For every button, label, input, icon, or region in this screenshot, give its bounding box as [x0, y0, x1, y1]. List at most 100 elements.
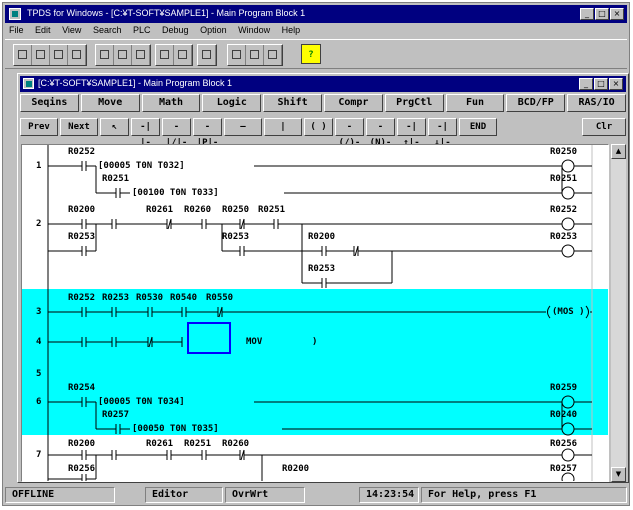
- find-icon[interactable]: [198, 45, 216, 65]
- cascade-icon[interactable]: [228, 45, 246, 65]
- select-arrow-icon[interactable]: ↖: [100, 118, 129, 136]
- menu-plc[interactable]: PLC: [129, 23, 156, 35]
- math-button[interactable]: Math: [141, 94, 201, 112]
- rung-number: 3: [36, 307, 42, 317]
- ladder-diagram: [47, 145, 593, 481]
- falling-edge-icon[interactable]: -|↓|-: [428, 118, 457, 148]
- save-icon[interactable]: [50, 45, 68, 65]
- negated-coil-icon[interactable]: -(/)-: [335, 118, 364, 148]
- minimize-button[interactable]: _: [580, 8, 594, 20]
- end-button[interactable]: END: [459, 118, 497, 136]
- app-icon[interactable]: [9, 8, 21, 20]
- vertical-scrollbar[interactable]: ▲ ▼: [611, 144, 626, 482]
- edit-cursor[interactable]: [187, 322, 231, 354]
- rasio-button[interactable]: RAS/IO: [567, 94, 626, 112]
- rung-number: 2: [36, 219, 42, 229]
- close-button[interactable]: ×: [610, 8, 624, 20]
- contact-label: R0253: [68, 232, 96, 242]
- prev-button[interactable]: Prev: [20, 118, 58, 136]
- contact-label: R0251: [184, 439, 212, 449]
- contact-label: R0200: [308, 232, 336, 242]
- coil-label: R0250: [550, 147, 578, 157]
- status-editor: Editor: [145, 487, 223, 503]
- new-file-icon[interactable]: [14, 45, 32, 65]
- monitor-icon[interactable]: [156, 45, 174, 65]
- n-coil-icon[interactable]: -(N)-: [366, 118, 395, 148]
- contact-label: R0251: [258, 205, 286, 215]
- instruction-bracket: ): [312, 337, 318, 347]
- menu-file[interactable]: File: [5, 23, 29, 35]
- mov-instruction: MOV: [246, 337, 263, 347]
- bcdfp-button[interactable]: BCD/FP: [506, 94, 566, 112]
- child-window-title: [C:¥T-SOFT¥SAMPLE1] - Main Program Block…: [38, 78, 233, 88]
- paste-icon[interactable]: [132, 45, 150, 65]
- status-help: For Help, press F1: [421, 487, 627, 503]
- coil-label: R0257: [550, 464, 578, 474]
- scroll-down-icon[interactable]: ▼: [611, 467, 626, 482]
- open-file-icon[interactable]: [32, 45, 50, 65]
- status-time: 14:23:54: [359, 487, 419, 503]
- clear-button[interactable]: Clr: [582, 118, 626, 136]
- child-close-button[interactable]: ×: [609, 78, 623, 90]
- rung-number: 7: [36, 450, 42, 460]
- child-maximize-button[interactable]: □: [594, 78, 608, 90]
- no-contact-icon[interactable]: -| |-: [131, 118, 160, 148]
- vertical-wire-icon[interactable]: |: [264, 118, 302, 136]
- timer-instruction: [00005 T0N T034]: [98, 397, 185, 407]
- rung-number: 1: [36, 161, 42, 171]
- compr-button[interactable]: Compr: [323, 94, 383, 112]
- menu-debug[interactable]: Debug: [158, 23, 194, 35]
- child-minimize-button[interactable]: _: [579, 78, 593, 90]
- window-title: TPDS for Windows - [C:¥T-SOFT¥SAMPLE1] -…: [27, 8, 306, 18]
- status-mode: OFFLINE: [5, 487, 115, 503]
- move-button[interactable]: Move: [80, 94, 140, 112]
- scroll-thumb[interactable]: [611, 152, 626, 160]
- status-overwrite: OvrWrt: [225, 487, 305, 503]
- nc-contact-icon[interactable]: -|/|-: [162, 118, 191, 148]
- horizontal-wire-icon[interactable]: —: [224, 118, 262, 136]
- transfer-icon[interactable]: [174, 45, 192, 65]
- seqins-button[interactable]: Seqins: [20, 94, 79, 112]
- coil-label: R0251: [550, 174, 578, 184]
- menu-help[interactable]: Help: [278, 23, 306, 35]
- contact-label: R0200: [282, 464, 310, 474]
- contact-label: R0260: [222, 439, 250, 449]
- timer-instruction: [00005 T0N T032]: [98, 161, 185, 171]
- coil-label: R0259: [550, 383, 578, 393]
- menu-option[interactable]: Option: [196, 23, 232, 35]
- arrange-icon[interactable]: [264, 45, 282, 65]
- menu-window[interactable]: Window: [234, 23, 275, 35]
- coil-label: R0240: [550, 410, 578, 420]
- next-button[interactable]: Next: [60, 118, 98, 136]
- coil-label: R0256: [550, 439, 578, 449]
- title-bar[interactable]: TPDS for Windows - [C:¥T-SOFT¥SAMPLE1] -…: [5, 5, 627, 23]
- doc-icon[interactable]: [23, 78, 34, 89]
- menu-view[interactable]: View: [58, 23, 86, 35]
- coil-label: R0252: [550, 205, 578, 215]
- toolbar: ?: [5, 39, 627, 69]
- fun-button[interactable]: Fun: [445, 94, 505, 112]
- print-icon[interactable]: [68, 45, 86, 65]
- tile-icon[interactable]: [246, 45, 264, 65]
- menu-edit[interactable]: Edit: [31, 23, 56, 35]
- prgctl-button[interactable]: PrgCtl: [384, 94, 444, 112]
- timer-instruction: [00050 T0N T035]: [132, 424, 219, 434]
- menu-search[interactable]: Search: [89, 23, 127, 35]
- copy-icon[interactable]: [114, 45, 132, 65]
- rung-number: 6: [36, 397, 42, 407]
- shift-button[interactable]: Shift: [263, 94, 322, 112]
- contact-label: R0250: [222, 205, 250, 215]
- rising-edge-icon[interactable]: -|↑|-: [397, 118, 426, 148]
- contact-label: R0257: [102, 410, 130, 420]
- child-title-bar[interactable]: [C:¥T-SOFT¥SAMPLE1] - Main Program Block…: [20, 76, 626, 92]
- logic-button[interactable]: Logic: [202, 94, 262, 112]
- help-icon[interactable]: ?: [301, 44, 321, 64]
- cut-icon[interactable]: [96, 45, 114, 65]
- ladder-editor[interactable]: 1 2 3 4 5 6 7 R0252 [00005 T0N T032] R02…: [21, 144, 609, 482]
- rung-number: 5: [36, 369, 42, 379]
- maximize-button[interactable]: □: [595, 8, 609, 20]
- pulse-contact-icon[interactable]: -|P|-: [193, 118, 222, 148]
- coil-icon[interactable]: ( ): [304, 118, 333, 136]
- contact-label: R0256: [68, 464, 96, 474]
- contact-label: R0550: [206, 293, 234, 303]
